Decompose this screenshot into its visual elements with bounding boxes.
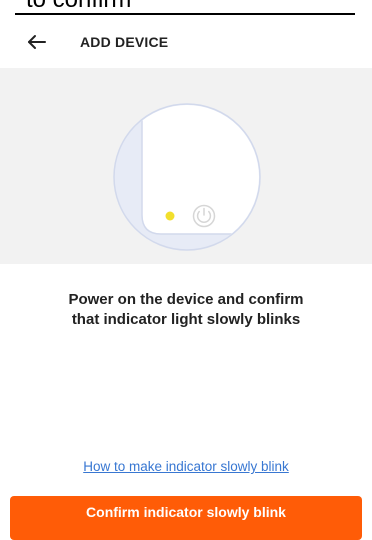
help-link[interactable]: How to make indicator slowly blink — [20, 458, 352, 476]
illustration-area — [0, 68, 372, 264]
instruction-line-1: Power on the device and confirm — [68, 291, 304, 308]
page-title: ADD DEVICE — [80, 34, 169, 50]
back-button[interactable] — [24, 29, 50, 55]
instruction-line-2: that indicator light slowly blinks — [71, 311, 301, 328]
back-arrow-icon — [28, 35, 46, 49]
overlay-caption: to confirm — [26, 0, 131, 14]
app-header: ADD DEVICE — [0, 15, 372, 68]
confirm-button[interactable]: Confirm indicator slowly blink — [10, 496, 362, 540]
device-illustration — [113, 103, 261, 251]
instruction-text: Power on the device and confirm that ind… — [20, 290, 352, 330]
indicator-light — [165, 211, 175, 221]
